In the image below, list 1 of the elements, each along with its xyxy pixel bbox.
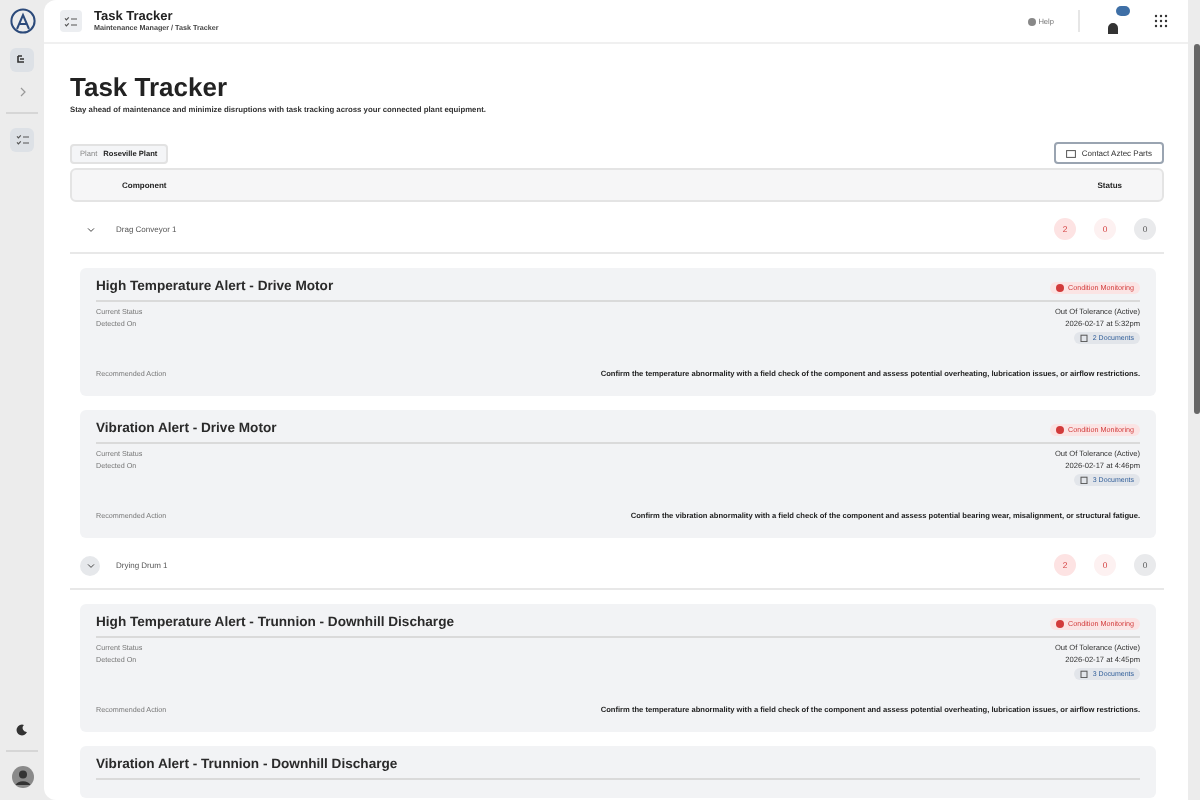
page-title: Task Tracker [70, 72, 230, 102]
